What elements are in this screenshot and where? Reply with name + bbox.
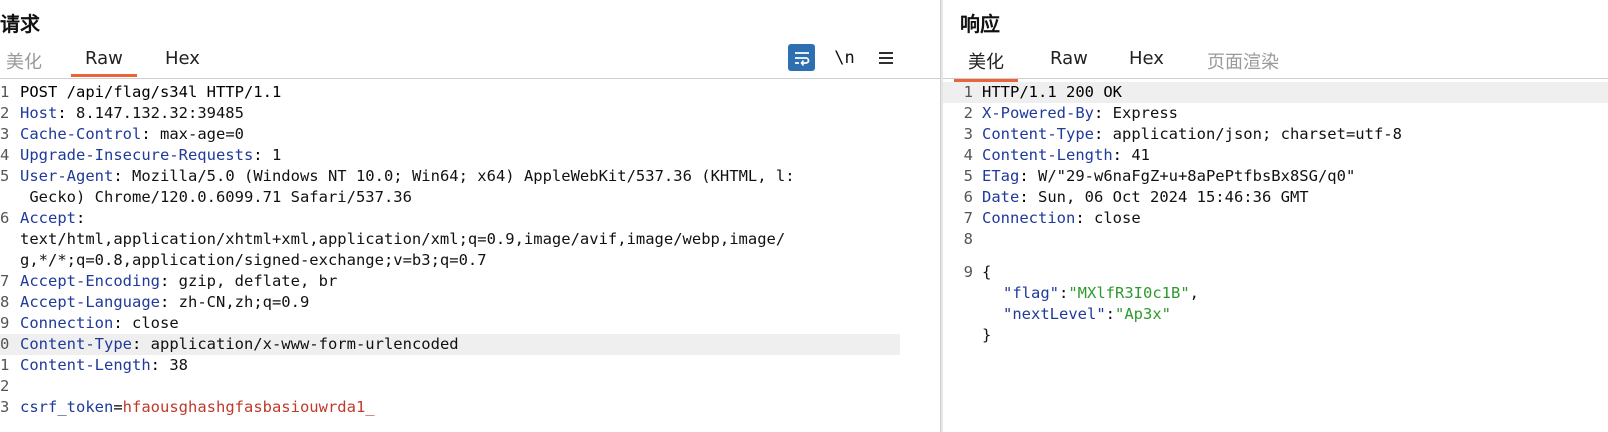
header-name: Content-Type (982, 125, 1094, 143)
header-value: 41 (1122, 146, 1150, 164)
code-line-wrap: text/html,application/xhtml+xml,applicat… (0, 229, 940, 250)
json-key-flag: "flag" (1003, 284, 1059, 302)
json-key-next-level: "nextLevel" (1003, 305, 1106, 323)
code-line: 2 Host: 8.147.132.32:39485 (0, 104, 244, 122)
header-value: zh-CN,zh;q=0.9 (169, 293, 310, 311)
header-name: User-Agent (20, 167, 114, 185)
response-pane: 响应 美化 Raw Hex 页面渲染 1 HTTP/1.1 200 OK 2 X-P… (943, 0, 1608, 432)
code-line: 1 Content-Length: 38 (0, 356, 188, 374)
header-value: 38 (160, 356, 188, 374)
wrap-icon (794, 51, 809, 66)
tab-request-raw[interactable]: Raw (71, 48, 137, 77)
code-line: 8 Accept-Language: zh-CN,zh;q=0.9 (0, 293, 310, 311)
code-line: "flag":"MXlfR3I0c1B", (1003, 284, 1200, 302)
header-value: 8.147.132.32:39485 (66, 104, 244, 122)
header-value: gzip, deflate, br (169, 272, 338, 290)
code-line: 6 Accept: (0, 209, 86, 227)
code-line: 6 Date: Sun, 06 Oct 2024 15:46:36 GMT (963, 188, 1309, 206)
code-line: 5 ETag: W/"29-w6naFgZ+u+8aPePtfbsBx8SG/q0… (963, 167, 1356, 185)
request-title: 请求 (0, 12, 40, 36)
header-name: Date (982, 188, 1020, 206)
header-name: Upgrade-Insecure-Requests (20, 146, 254, 164)
code-line: 2 (0, 377, 10, 395)
code-line-highlighted: 1 HTTP/1.1 200 OK (943, 82, 1608, 103)
show-newlines-button[interactable]: \n (831, 44, 858, 71)
header-name: Accept-Encoding (20, 272, 160, 290)
tab-response-pretty[interactable]: 美化 (954, 48, 1018, 82)
header-value: application/x-www-form-urlencoded (141, 335, 459, 353)
header-name: Content-Type (20, 335, 132, 353)
code-line: 3 Cache-Control: max-age=0 (0, 125, 244, 143)
menu-icon (878, 51, 893, 64)
header-name: Accept (20, 209, 76, 227)
header-value: close (122, 314, 179, 332)
header-name: Connection (20, 314, 114, 332)
body-param-name: csrf_token (20, 398, 114, 416)
header-value-continued: Gecko) Chrome/120.0.6099.71 Safari/537.3… (20, 188, 412, 206)
code-line: 1 POST /api/flag/s34l HTTP/1.1 (0, 83, 282, 101)
header-value: max-age=0 (150, 125, 244, 143)
header-value: Express (1103, 104, 1178, 122)
request-pane: 请求 美化 Raw Hex \n 1 POST /api/flag/s34l HT… (0, 0, 940, 432)
code-line: 7 Accept-Encoding: gzip, deflate, br (0, 272, 338, 290)
code-line: 8 (963, 230, 973, 248)
header-value: close (1084, 209, 1141, 227)
response-title: 响应 (960, 12, 1000, 36)
header-value: Sun, 06 Oct 2024 15:46:36 GMT (1028, 188, 1309, 206)
header-name: Connection (982, 209, 1076, 227)
header-value: 1 (262, 146, 282, 164)
code-line: 7 Connection: close (963, 209, 1141, 227)
response-editor[interactable]: 1 HTTP/1.1 200 OK 2 X-Powered-By: Express … (943, 82, 1608, 432)
status-line: HTTP/1.1 200 OK (982, 83, 1122, 101)
header-name: Accept-Language (20, 293, 160, 311)
header-name: Content-Length (20, 356, 151, 374)
code-line: 2 X-Powered-By: Express (963, 104, 1178, 122)
header-value: Mozilla/5.0 (Windows NT 10.0; Win64; x64… (122, 167, 795, 185)
code-line: 5 User-Agent: Mozilla/5.0 (Windows NT 10.… (0, 167, 795, 185)
code-line: 9{ (963, 263, 992, 281)
json-close-brace: } (982, 326, 992, 344)
json-value-next-level: "Ap3x" (1115, 305, 1171, 323)
header-value: W/"29-w6naFgZ+u+8aPePtfbsBx8SG/q0" (1028, 167, 1356, 185)
header-name: Host (20, 104, 58, 122)
tab-response-hex[interactable]: Hex (1129, 48, 1164, 69)
code-line: 4 Upgrade-Insecure-Requests: 1 (0, 146, 282, 164)
header-name: ETag (982, 167, 1020, 185)
json-open-brace: { (982, 263, 992, 281)
code-line: 9 Connection: close (0, 314, 179, 332)
code-line: "nextLevel":"Ap3x" (1003, 305, 1171, 323)
response-tabs: 美化 Raw Hex 页面渲染 (943, 44, 1608, 82)
code-line-wrap: Gecko) Chrome/120.0.6099.71 Safari/537.3… (0, 187, 940, 208)
request-line: POST /api/flag/s34l HTTP/1.1 (20, 83, 282, 101)
code-line: 3 csrf_token=hfaousghashgfasbasiouwrda1_ (0, 398, 375, 416)
request-editor[interactable]: 1 POST /api/flag/s34l HTTP/1.1 2 Host: 8.1… (0, 82, 940, 432)
header-value: application/json; charset=utf-8 (1103, 125, 1402, 143)
header-name: X-Powered-By (982, 104, 1094, 122)
code-line-wrap: g,*/*;q=0.8,application/signed-exchange;… (0, 250, 940, 271)
code-line: 4 Content-Length: 41 (963, 146, 1150, 164)
tab-response-render[interactable]: 页面渲染 (1207, 48, 1279, 74)
header-value-continued: text/html,application/xhtml+xml,applicat… (20, 230, 786, 248)
tab-response-raw[interactable]: Raw (1050, 48, 1088, 69)
code-line-highlighted: 0 Content-Type: application/x-www-form-ur… (0, 334, 900, 355)
header-name: Content-Length (982, 146, 1113, 164)
header-value-continued: g,*/*;q=0.8,application/signed-exchange;… (20, 251, 487, 269)
tab-request-pretty[interactable]: 美化 (6, 48, 42, 74)
body-param-value: hfaousghashgfasbasiouwrda1_ (122, 398, 375, 416)
tab-request-hex[interactable]: Hex (165, 48, 200, 69)
menu-button[interactable] (872, 44, 899, 71)
code-line: } (943, 325, 1608, 346)
wrap-toggle-button[interactable] (788, 44, 815, 71)
header-name: Cache-Control (20, 125, 142, 143)
code-line: 3 Content-Type: application/json; charset… (963, 125, 1402, 143)
json-value-flag: "MXlfR3I0c1B" (1068, 284, 1190, 302)
